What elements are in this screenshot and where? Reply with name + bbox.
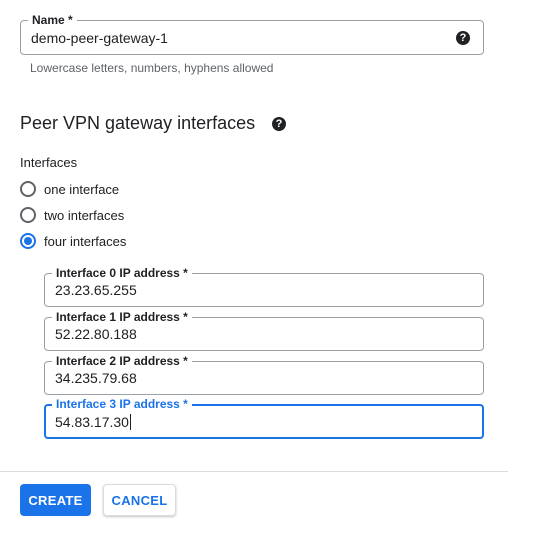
name-field-hint: Lowercase letters, numbers, hyphens allo… [30,61,274,75]
radio-two-interfaces[interactable]: two interfaces [20,206,124,224]
interface-3-ip-input[interactable]: 54.83.17.30 [55,406,131,437]
interface-0-ip-value[interactable]: 23.23.65.255 [55,274,137,306]
radio-one-interface[interactable]: one interface [20,180,119,198]
radio-label: two interfaces [44,207,125,223]
interface-3-ip-field[interactable]: Interface 3 IP address * 54.83.17.30 [44,396,484,439]
radio-label: one interface [44,181,120,197]
interfaces-label: Interfaces [20,155,78,170]
divider [0,471,508,472]
text-caret [129,413,131,430]
section-title: Peer VPN gateway interfaces [20,113,256,133]
interface-0-ip-field[interactable]: Interface 0 IP address * 23.23.65.255 [44,265,484,307]
interface-1-ip-value[interactable]: 52.22.80.188 [55,318,137,350]
help-icon[interactable]: ? [456,31,470,45]
name-field[interactable]: Name * demo-peer-gateway-1 ? [20,12,484,55]
radio-button[interactable] [20,207,36,223]
help-icon[interactable]: ? [272,117,286,131]
radio-four-interfaces[interactable]: four interfaces [20,232,126,250]
cancel-button[interactable]: CANCEL [103,484,176,516]
interface-1-ip-field[interactable]: Interface 1 IP address * 52.22.80.188 [44,309,484,351]
interface-3-ip-value: 54.83.17.30 [55,413,129,430]
interface-2-ip-value[interactable]: 34.235.79.68 [55,362,137,394]
radio-label: four interfaces [44,233,127,249]
radio-button[interactable] [20,181,36,197]
create-button[interactable]: CREATE [20,484,91,516]
radio-button-checked[interactable] [20,233,36,249]
interface-2-ip-field[interactable]: Interface 2 IP address * 34.235.79.68 [44,353,484,395]
name-field-value[interactable]: demo-peer-gateway-1 [31,21,168,54]
